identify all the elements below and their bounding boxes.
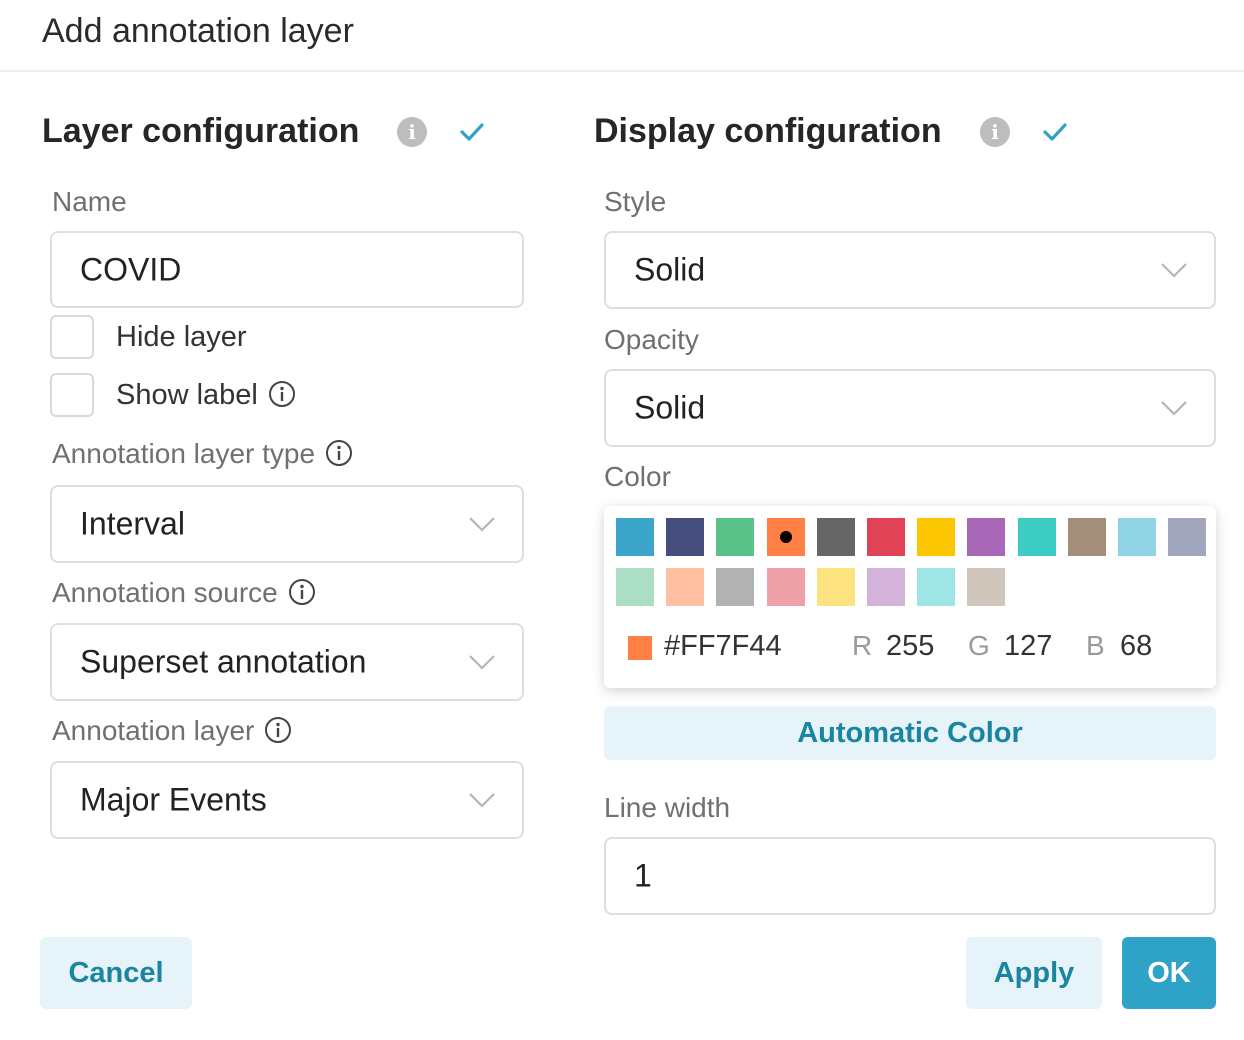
line-width-input[interactable]: 1 [604,837,1216,915]
line-width-label: Line width [604,792,731,823]
chevron-down-icon [1161,263,1187,278]
name-input[interactable]: COVID [50,231,524,308]
color-picker-panel: #FF7F44 R 255 G 127 B 68 [604,506,1216,688]
color-swatch[interactable] [967,568,1006,606]
color-swatch[interactable] [666,568,705,606]
info-outline-icon[interactable] [268,380,296,408]
info-outline-icon[interactable] [264,716,292,744]
color-swatch[interactable] [1067,518,1106,556]
annotation-layer-row: Annotation layer [52,715,292,747]
display-configuration-title: Display configuration [594,112,942,150]
name-label: Name [52,186,127,217]
opacity-select[interactable]: Solid [604,369,1216,447]
annotation-source-select[interactable]: Superset annotation [50,623,524,701]
line-width-value: 1 [634,857,652,894]
hide-layer-checkbox[interactable] [50,315,94,359]
modal-header: Add annotation layer [0,0,1244,72]
opacity-label: Opacity [604,324,699,355]
chevron-down-icon [469,517,495,532]
info-outline-icon[interactable] [288,578,316,606]
show-label-row: Show label [116,379,296,412]
color-swatch[interactable] [967,518,1006,556]
apply-button[interactable]: Apply [966,937,1102,1009]
color-swatch[interactable] [716,568,755,606]
color-swatch[interactable] [766,518,805,556]
annotation-layer-label: Annotation layer [52,715,255,746]
layer-configuration-title: Layer configuration [42,112,360,150]
color-swatch[interactable] [1118,518,1156,556]
color-swatch[interactable] [616,518,654,556]
color-swatch[interactable] [816,518,855,556]
g-label: G [968,630,990,661]
annotation-layer-type-select[interactable]: Interval [50,485,524,563]
chevron-down-icon [469,655,495,670]
color-swatch[interactable] [716,518,755,556]
g-value[interactable]: 127 [1004,630,1052,663]
info-icon[interactable]: i [397,117,427,147]
color-swatch[interactable] [867,518,905,556]
annotation-layer-select[interactable]: Major Events [50,761,524,839]
chevron-down-icon [469,793,495,808]
show-label-label: Show label [116,379,258,411]
color-swatch[interactable] [616,568,654,606]
color-swatch[interactable] [1017,518,1056,556]
color-label: Color [604,461,671,492]
color-swatch[interactable] [666,518,705,556]
color-swatch[interactable] [867,568,905,606]
style-select[interactable]: Solid [604,231,1216,309]
annotation-source-value: Superset annotation [80,643,367,680]
modal-title: Add annotation layer [42,12,354,50]
annotation-layer-type-value: Interval [80,505,185,542]
color-swatch[interactable] [1168,518,1207,556]
ok-button[interactable]: OK [1122,937,1216,1009]
check-icon [460,123,484,141]
color-swatch[interactable] [917,568,956,606]
color-swatch[interactable] [766,568,805,606]
annotation-layer-type-row: Annotation layer type [52,438,353,470]
name-input-value: COVID [80,251,182,287]
color-swatch[interactable] [816,568,855,606]
color-swatch[interactable] [917,518,956,556]
hide-layer-label: Hide layer [116,321,247,353]
b-value[interactable]: 68 [1120,630,1180,663]
opacity-value: Solid [634,389,706,426]
chevron-down-icon [1161,401,1187,416]
annotation-layer-type-label: Annotation layer type [52,438,316,469]
automatic-color-button[interactable]: Automatic Color [604,706,1216,760]
style-value: Solid [634,251,706,288]
selected-color-chip [628,636,652,660]
show-label-checkbox[interactable] [50,373,94,417]
info-icon[interactable]: i [980,117,1010,147]
hex-value[interactable]: #FF7F44 [664,630,782,663]
b-label: B [1086,630,1105,661]
annotation-layer-value: Major Events [80,781,267,818]
r-label: R [852,630,873,661]
check-icon [1043,123,1067,141]
annotation-source-label: Annotation source [52,577,278,608]
r-value[interactable]: 255 [886,630,934,663]
annotation-source-row: Annotation source [52,577,316,609]
info-outline-icon[interactable] [325,439,353,467]
style-label: Style [604,186,667,217]
cancel-button[interactable]: Cancel [40,937,192,1009]
